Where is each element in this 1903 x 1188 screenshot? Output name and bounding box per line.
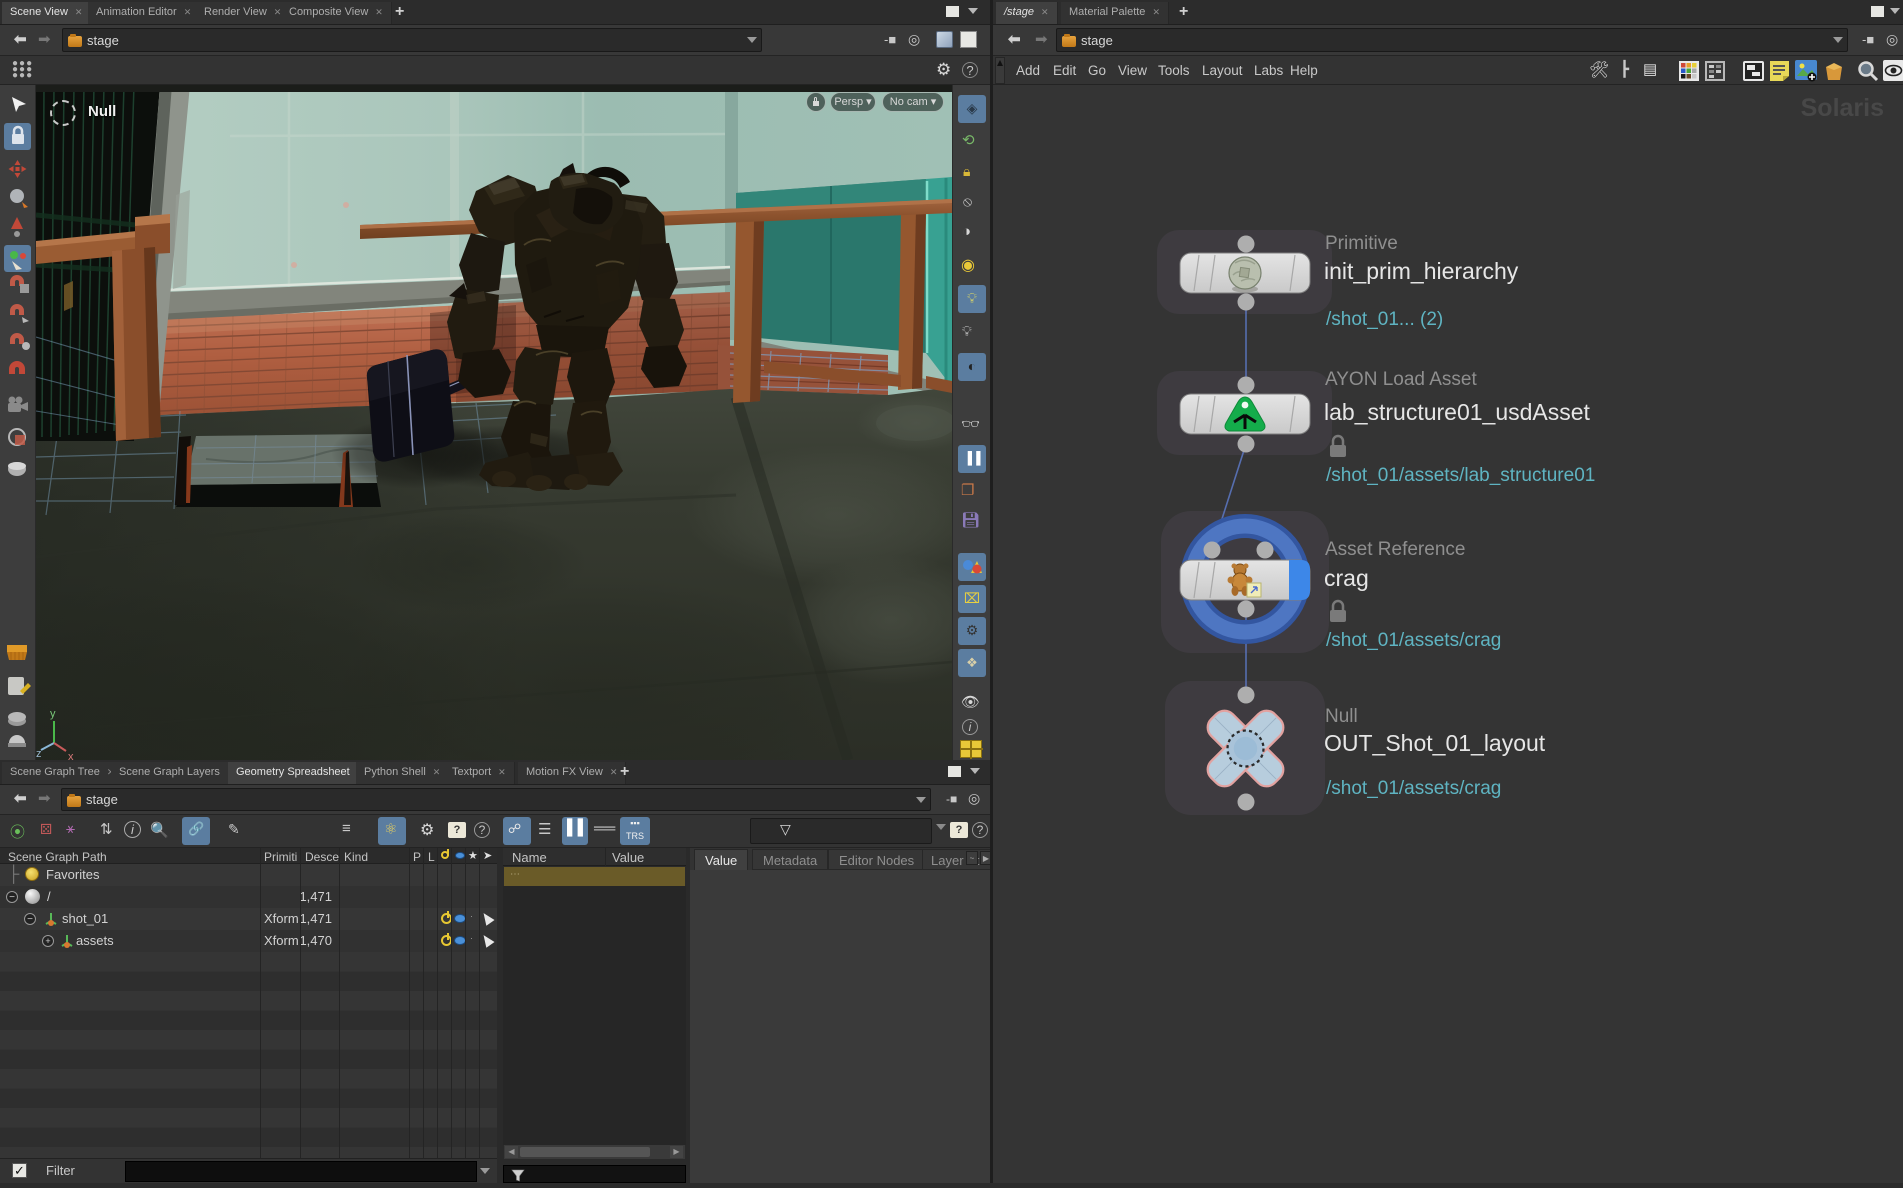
svg-text:Primitive: Primitive bbox=[1325, 233, 1398, 254]
svg-text:x: x bbox=[68, 751, 74, 760]
svg-text:init_prim_hierarchy: init_prim_hierarchy bbox=[1324, 258, 1519, 284]
svg-text:lab_structure01_usdAsset: lab_structure01_usdAsset bbox=[1324, 399, 1591, 425]
svg-text:AYON Load Asset: AYON Load Asset bbox=[1325, 369, 1477, 390]
svg-text:OUT_Shot_01_layout: OUT_Shot_01_layout bbox=[1324, 730, 1546, 756]
svg-text:/shot_01/assets/lab_structure0: /shot_01/assets/lab_structure01 bbox=[1326, 465, 1595, 486]
svg-text:/shot_01/assets/crag: /shot_01/assets/crag bbox=[1326, 630, 1501, 651]
svg-text:Null: Null bbox=[1325, 706, 1358, 727]
svg-text:/shot_01/assets/crag: /shot_01/assets/crag bbox=[1326, 778, 1501, 799]
svg-text:/shot_01... (2): /shot_01... (2) bbox=[1326, 309, 1443, 330]
svg-text:y: y bbox=[50, 708, 56, 720]
svg-text:crag: crag bbox=[1324, 565, 1369, 591]
svg-text:Asset Reference: Asset Reference bbox=[1325, 539, 1465, 560]
svg-text:z: z bbox=[36, 748, 42, 760]
